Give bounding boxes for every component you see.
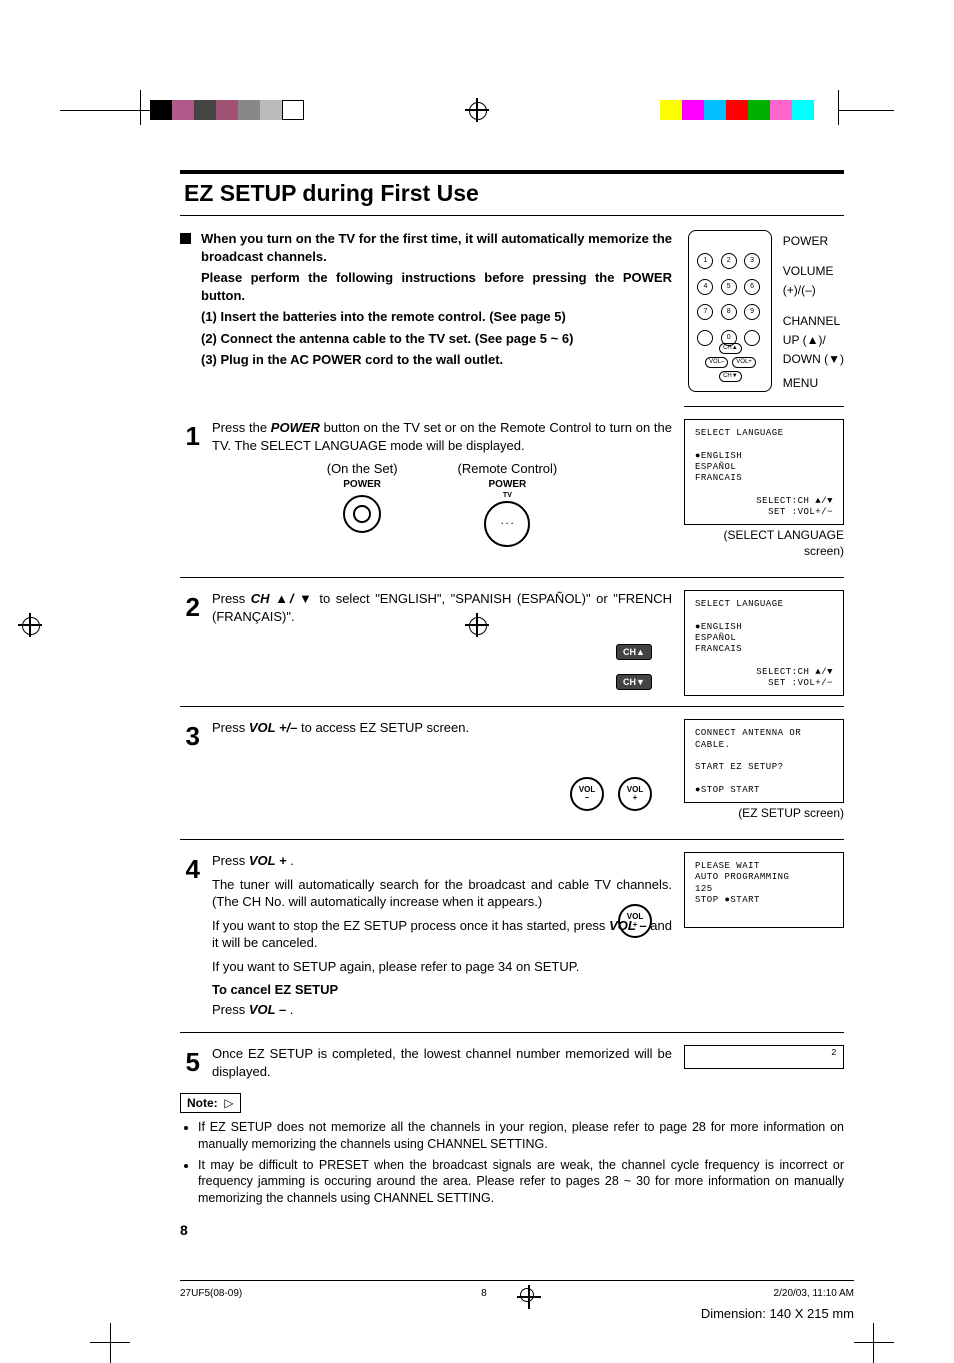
- auto-programming-screen: PLEASE WAIT AUTO PROGRAMMING 125 STOP ●S…: [684, 852, 844, 928]
- registration-mark-icon: [465, 613, 489, 637]
- power-remote-button-icon: · · ·: [484, 501, 530, 547]
- select-language-screen: SELECT LANGUAGE ●ENGLISH ESPAÑOL FRANCAI…: [684, 419, 844, 525]
- select-language-screen: SELECT LANGUAGE ●ENGLISH ESPAÑOL FRANCAI…: [684, 590, 844, 696]
- footer-filename: 27UF5(08-09): [180, 1287, 242, 1301]
- registration-mark-icon: [517, 1285, 535, 1303]
- step-text: Press VOL + .: [212, 852, 672, 870]
- registration-mark-icon: [18, 613, 42, 637]
- page-number: 8: [180, 1221, 844, 1240]
- print-registration-bar: [0, 100, 954, 120]
- label-volume: VOLUME: [783, 263, 844, 279]
- step-3: 3 Press VOL +/– to access EZ SETUP scree…: [180, 719, 844, 831]
- step-number: 1: [180, 419, 200, 454]
- step-1: 1 Press the POWER button on the TV set o…: [180, 419, 844, 569]
- on-set-power: (On the Set) POWER: [327, 460, 398, 546]
- footer-datetime: 2/20/03, 11:10 AM: [774, 1287, 854, 1301]
- crop-mark-icon: [854, 1323, 894, 1363]
- ez-setup-screen: CONNECT ANTENNA OR CABLE. START EZ SETUP…: [684, 719, 844, 803]
- page-title: EZ SETUP during First Use: [180, 170, 844, 216]
- vol-plus-button-icon: VOL +: [618, 777, 652, 811]
- step-text: Press the POWER button on the TV set or …: [212, 419, 672, 454]
- step-number: 5: [180, 1045, 200, 1080]
- intro-line: (1) Insert the batteries into the remote…: [201, 308, 672, 326]
- step-text: The tuner will automatically search for …: [212, 876, 672, 911]
- remote-power: (Remote Control) POWER TV · · ·: [458, 460, 558, 546]
- screen-caption: (SELECT LANGUAGE screen): [684, 527, 844, 559]
- step-text: Press VOL +/– to access EZ SETUP screen.: [212, 719, 672, 737]
- note-item: If EZ SETUP does not memorize all the ch…: [198, 1119, 844, 1153]
- footer-dimension: Dimension: 140 X 215 mm: [180, 1305, 854, 1323]
- caption: (Remote Control): [458, 460, 558, 478]
- button-sublabel: TV: [458, 491, 558, 500]
- crop-mark-icon: [90, 1323, 130, 1363]
- note-label: Note:: [180, 1093, 241, 1113]
- result-screen: 2: [684, 1045, 844, 1069]
- vol-minus-button-icon: VOL –: [570, 777, 604, 811]
- registration-mark-icon: [465, 98, 489, 122]
- step-number: 2: [180, 590, 200, 625]
- cancel-text: Press VOL – .: [212, 1001, 672, 1019]
- step-number: 3: [180, 719, 200, 754]
- step-number: 4: [180, 852, 200, 887]
- label-channel-sub: UP (▲)/: [783, 332, 844, 348]
- step-5: 5 Once EZ SETUP is completed, the lowest…: [180, 1045, 844, 1086]
- step-text: Press CH ▲/ ▼ to select "ENGLISH", "SPAN…: [212, 590, 672, 625]
- intro-text: When you turn on the TV for the first ti…: [201, 230, 672, 373]
- label-menu: MENU: [783, 375, 844, 391]
- cancel-heading: To cancel EZ SETUP: [212, 981, 672, 999]
- step-text: If you want to SETUP again, please refer…: [212, 958, 672, 976]
- intro-line: Please perform the following instruction…: [201, 269, 672, 304]
- caption: (On the Set): [327, 460, 398, 478]
- square-bullet-icon: [180, 233, 191, 244]
- step-2: 2 Press CH ▲/ ▼ to select "ENGLISH", "SP…: [180, 590, 844, 698]
- step-4: 4 Press VOL + . The tuner will automatic…: [180, 852, 844, 1024]
- notes-list: If EZ SETUP does not memorize all the ch…: [180, 1119, 844, 1207]
- color-swatches-left: [150, 100, 304, 120]
- color-swatches-right: [660, 100, 814, 120]
- intro-line: (3) Plug in the AC POWER cord to the wal…: [201, 351, 672, 369]
- button-label: POWER: [327, 478, 398, 492]
- button-label: POWER: [458, 478, 558, 492]
- power-button-icon: [343, 495, 381, 533]
- intro-line: When you turn on the TV for the first ti…: [201, 230, 672, 265]
- screen-caption: (EZ SETUP screen): [684, 805, 844, 821]
- remote-labels: POWER VOLUME (+)/(–) CHANNEL UP (▲)/ DOW…: [783, 230, 844, 394]
- ch-down-button-icon: CH▼: [616, 674, 652, 690]
- intro-line: (2) Connect the antenna cable to the TV …: [201, 330, 672, 348]
- print-footer: 27UF5(08-09) 8 2/20/03, 11:10 AM Dimensi…: [0, 1280, 954, 1323]
- label-volume-sub: (+)/(–): [783, 282, 844, 298]
- label-channel: CHANNEL: [783, 313, 844, 329]
- label-power: POWER: [783, 233, 844, 249]
- note-item: It may be difficult to PRESET when the b…: [198, 1157, 844, 1208]
- ch-up-button-icon: CH▲: [616, 644, 652, 660]
- remote-control-illustration: 123 456 789 0 CH▲ VOL–VOL+ CH▼: [688, 230, 772, 392]
- title-text: EZ SETUP during First Use: [184, 178, 840, 209]
- step-text: Once EZ SETUP is completed, the lowest c…: [212, 1045, 672, 1080]
- footer-page: 8: [481, 1287, 487, 1301]
- step-text: If you want to stop the EZ SETUP process…: [212, 917, 672, 952]
- label-channel-sub: DOWN (▼): [783, 351, 844, 367]
